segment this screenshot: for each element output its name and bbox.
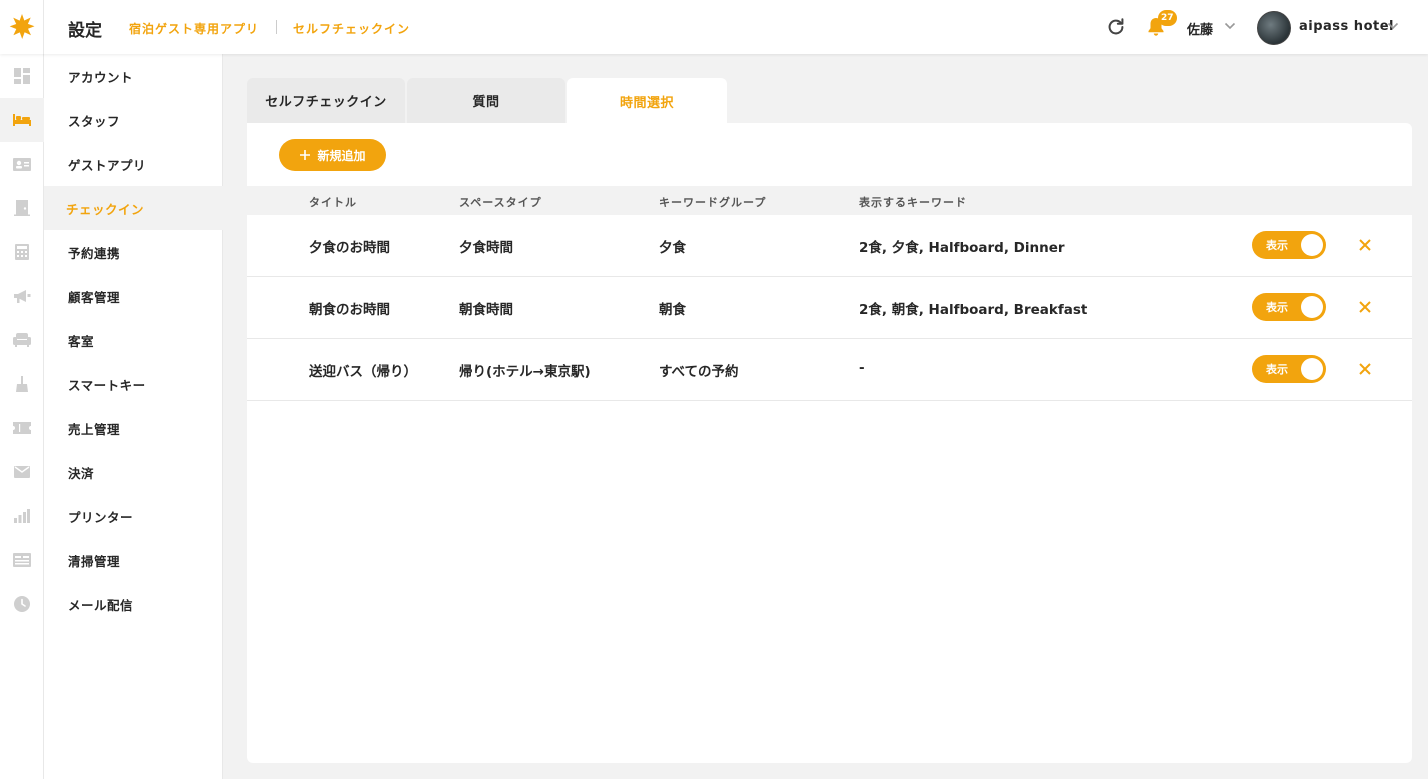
display-toggle[interactable]: 表示 [1252,293,1326,321]
table-row[interactable] [247,215,1412,277]
row-keywords: 2食, 夕食, Halfboard, Dinner [859,240,1065,256]
megaphone-icon [14,290,31,303]
top-header: 設定 宿泊ゲスト専用アプリ セルフチェックイン 27 佐藤 aipass hot… [0,0,1428,54]
display-toggle[interactable]: 表示 [1252,355,1326,383]
column-header-space-type: スペースタイプ [459,196,542,209]
cleaning-icon [16,376,28,392]
page-title: 設定 [68,21,102,41]
toggle-knob [1301,234,1323,256]
calculator-icon [15,244,29,260]
menu-item-smart-key[interactable]: スマートキー [44,362,223,406]
menu-item-printer[interactable]: プリンター [44,494,223,538]
delete-button[interactable] [1357,361,1373,377]
column-header-title: タイトル [309,196,357,209]
rail-settings-stay[interactable] [0,98,44,142]
row-space-type: 朝食時間 [459,302,513,318]
row-keyword-group: 夕食 [659,240,686,256]
row-title: 夕食のお時間 [309,240,390,256]
row-space-type: 帰り(ホテル→東京駅) [459,364,591,380]
close-icon [1359,363,1371,375]
menu-item-rooms[interactable]: 客室 [44,318,223,362]
sofa-icon [13,333,31,347]
toggle-knob [1301,358,1323,380]
dashboard-icon [14,68,30,84]
close-icon [1359,239,1371,251]
rail-history[interactable] [0,582,44,626]
rail-calculator[interactable] [0,230,44,274]
sun-logo-icon [9,14,34,39]
chevron-down-icon[interactable] [1387,21,1399,31]
chevron-down-icon[interactable] [1224,21,1236,31]
list-icon [13,553,31,567]
menu-item-guest-app[interactable]: ゲストアプリ [44,142,223,186]
row-title: 朝食のお時間 [309,302,390,318]
table-header [247,186,1412,215]
ticket-icon [13,422,31,434]
bed-icon [13,114,31,126]
menu-item-cleaning[interactable]: 清掃管理 [44,538,223,582]
mail-icon [14,466,30,478]
rail-customer[interactable] [0,142,44,186]
breadcrumb-self-checkin[interactable]: セルフチェックイン [293,20,410,37]
table-row[interactable] [247,339,1412,401]
refresh-icon[interactable] [1104,15,1128,39]
hotel-avatar[interactable] [1257,11,1291,45]
rail-list[interactable] [0,538,44,582]
settings-menu: アカウント スタッフ ゲストアプリ チェックイン 予約連携 顧客管理 客室 スマ… [44,54,223,779]
display-toggle-label: 表示 [1266,363,1288,376]
display-toggle-label: 表示 [1266,301,1288,314]
notification-badge: 27 [1158,10,1177,26]
menu-item-checkin[interactable]: チェックイン [44,186,223,230]
menu-item-account[interactable]: アカウント [44,54,223,98]
hotel-name[interactable]: aipass hotel [1299,19,1394,34]
delete-button[interactable] [1357,299,1373,315]
menu-item-sales[interactable]: 売上管理 [44,406,223,450]
plus-icon [300,150,311,160]
add-new-label: 新規追加 [317,148,366,163]
toggle-knob [1301,296,1323,318]
aipass-logo[interactable] [0,0,44,54]
rail-marketing[interactable] [0,274,44,318]
row-title: 送迎バス（帰り） [309,364,417,380]
delete-button[interactable] [1357,237,1373,253]
rail-checkin[interactable] [0,186,44,230]
rail-rooms[interactable] [0,318,44,362]
tab-questions[interactable]: 質問 [407,78,565,123]
column-header-keyword-group: キーワードグループ [659,196,767,209]
menu-item-payment[interactable]: 決済 [44,450,223,494]
close-icon [1359,301,1371,313]
rail-cleaning[interactable] [0,362,44,406]
rail-analytics[interactable] [0,494,44,538]
menu-item-mail-delivery[interactable]: メール配信 [44,582,223,626]
row-space-type: 夕食時間 [459,240,513,256]
customer-card-icon [13,158,31,171]
row-keywords: 2食, 朝食, Halfboard, Breakfast [859,302,1088,318]
display-toggle-label: 表示 [1266,239,1288,252]
clock-icon [14,596,30,612]
add-new-button[interactable]: 新規追加 [279,139,386,171]
breadcrumb-divider [276,20,277,34]
menu-item-staff[interactable]: スタッフ [44,98,223,142]
icon-rail [0,54,44,779]
rail-tickets[interactable] [0,406,44,450]
column-header-keywords: 表示するキーワード [859,196,967,209]
tab-time-selection[interactable]: 時間選択 [567,78,727,124]
row-keyword-group: 朝食 [659,302,686,318]
display-toggle[interactable]: 表示 [1252,231,1326,259]
user-name[interactable]: 佐藤 [1187,19,1213,38]
row-keyword-group: すべての予約 [659,364,739,380]
rail-mail[interactable] [0,450,44,494]
tab-self-checkin[interactable]: セルフチェックイン [247,78,405,123]
rail-dashboard[interactable] [0,54,44,98]
breadcrumb-guest-app[interactable]: 宿泊ゲスト専用アプリ [129,20,259,37]
door-icon [14,200,30,216]
menu-item-customer-management[interactable]: 顧客管理 [44,274,223,318]
bar-chart-icon [14,509,30,523]
row-keywords: - [859,360,865,376]
table-row[interactable] [247,277,1412,339]
menu-item-reservation-sync[interactable]: 予約連携 [44,230,223,274]
